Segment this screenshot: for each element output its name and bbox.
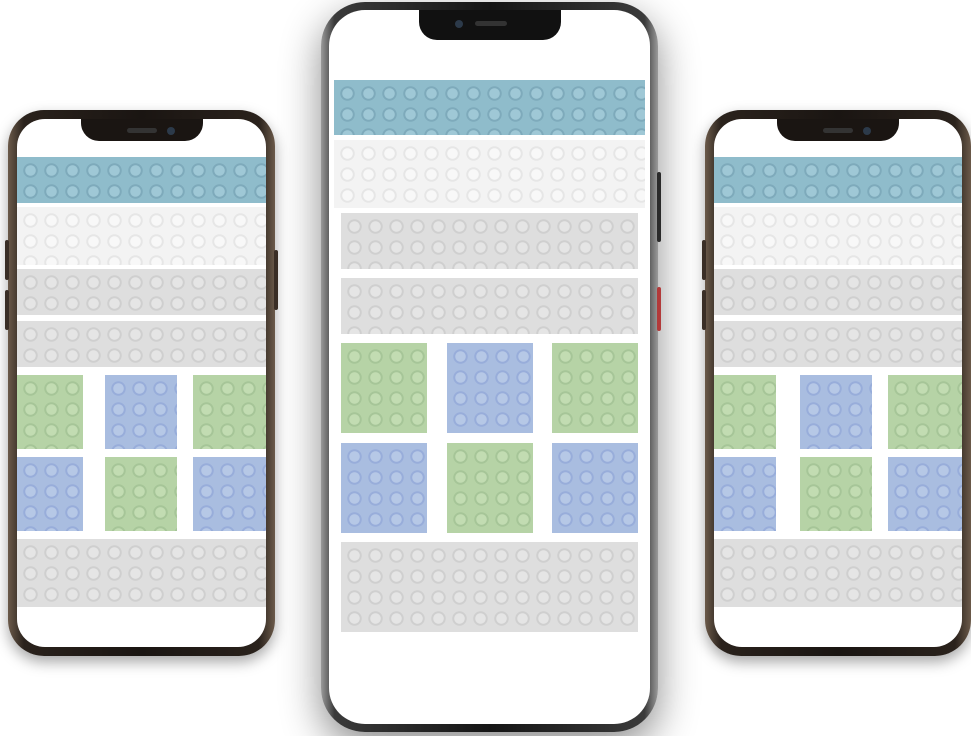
hero-block	[17, 207, 266, 265]
tile-2	[105, 375, 177, 449]
speaker-icon	[474, 21, 507, 26]
header-block	[714, 157, 962, 203]
tile-2	[800, 375, 872, 449]
left-phone-volume-up	[5, 240, 9, 280]
right-phone-notch	[777, 119, 899, 141]
footer-block	[714, 539, 962, 607]
footer-block	[341, 542, 638, 632]
tile-6	[552, 443, 638, 533]
hero-block	[334, 140, 645, 208]
tile-6	[193, 457, 266, 531]
tile-3	[193, 375, 266, 449]
speaker-icon	[823, 128, 853, 133]
phone-mockup-scene	[0, 0, 971, 736]
left-phone-notch	[80, 119, 203, 141]
tile-1	[341, 343, 427, 433]
center-phone-screen	[329, 10, 650, 724]
hero-block	[714, 207, 962, 265]
tile-1	[17, 375, 83, 449]
camera-icon	[454, 20, 463, 28]
camera-icon	[166, 127, 175, 135]
row-block-2	[341, 278, 638, 334]
center-phone-notch	[418, 10, 561, 40]
row-block-1	[714, 269, 962, 315]
header-block	[334, 80, 645, 135]
tile-6	[888, 457, 962, 531]
left-phone-screen	[17, 119, 266, 647]
right-phone-volume-down	[702, 290, 706, 330]
tile-4	[714, 457, 776, 531]
right-phone	[702, 110, 971, 656]
row-block-1	[17, 269, 266, 315]
row-block-1	[341, 213, 638, 269]
tile-3	[552, 343, 638, 433]
tile-5	[105, 457, 177, 531]
row-block-2	[714, 321, 962, 367]
center-phone-volume	[657, 172, 661, 242]
tile-4	[341, 443, 427, 533]
tile-4	[17, 457, 83, 531]
header-block	[17, 157, 266, 203]
tile-3	[888, 375, 962, 449]
row-block-2	[17, 321, 266, 367]
tile-5	[447, 443, 533, 533]
left-phone-volume-down	[5, 290, 9, 330]
tile-1	[714, 375, 776, 449]
tile-2	[447, 343, 533, 433]
right-phone-screen	[714, 119, 962, 647]
center-phone-power	[657, 287, 661, 331]
right-phone-volume-up	[702, 240, 706, 280]
speaker-icon	[126, 128, 157, 133]
center-phone	[321, 2, 661, 732]
footer-block	[17, 539, 266, 607]
left-phone-power	[274, 250, 278, 310]
tile-5	[800, 457, 872, 531]
left-phone	[5, 110, 278, 656]
camera-icon	[863, 127, 871, 135]
